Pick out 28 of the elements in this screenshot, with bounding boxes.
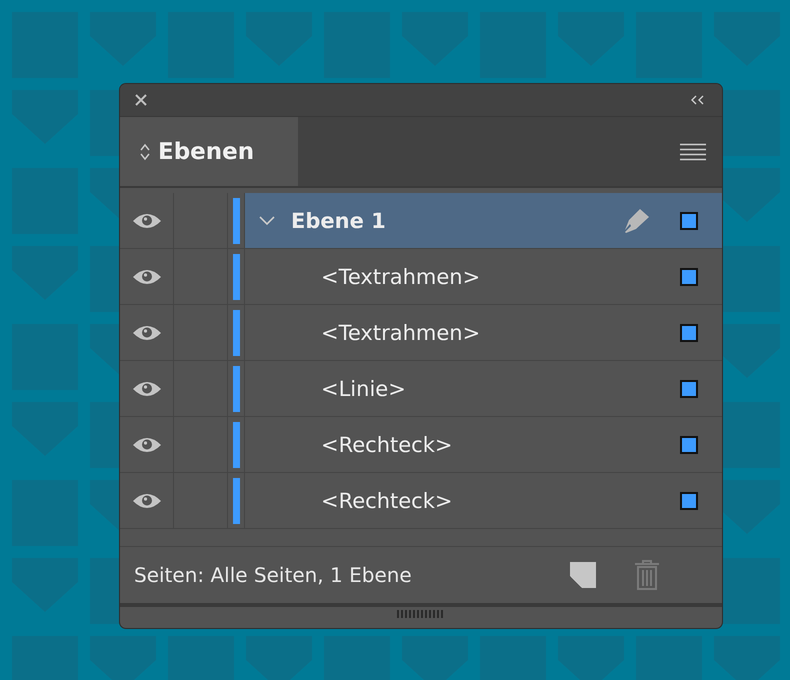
object-name: <Rechteck> [321, 488, 452, 512]
layer-name: Ebene 1 [291, 208, 386, 232]
layer-row[interactable]: <Rechteck> [245, 417, 722, 472]
tab-label: Ebenen [158, 138, 254, 164]
layer-row[interactable]: <Textrahmen> [245, 249, 722, 304]
menu-icon[interactable] [680, 142, 706, 160]
eye-icon[interactable] [132, 436, 162, 454]
eye-icon[interactable] [132, 212, 162, 230]
close-icon[interactable] [134, 93, 148, 107]
layer-row[interactable]: <Linie> [245, 361, 722, 416]
collapse-icon[interactable] [690, 95, 706, 105]
object-name: <Rechteck> [321, 432, 452, 456]
eye-icon[interactable] [132, 492, 162, 510]
layer-row[interactable]: <Rechteck> [245, 473, 722, 528]
object-name: <Textrahmen> [321, 320, 480, 344]
object-name: <Linie> [321, 376, 406, 400]
resize-grip-icon[interactable] [397, 610, 445, 618]
eye-icon[interactable] [132, 380, 162, 398]
eye-icon[interactable] [132, 324, 162, 342]
status-text: Seiten: Alle Seiten, 1 Ebene [134, 563, 413, 587]
layer-row[interactable]: <Textrahmen> [245, 305, 722, 360]
eye-icon[interactable] [132, 268, 162, 286]
layers-tab[interactable]: Ebenen [120, 117, 298, 186]
sort-icon [140, 142, 150, 162]
layer-row[interactable]: Ebene 1 [245, 193, 722, 248]
new-layer-icon[interactable] [570, 562, 596, 588]
object-name: <Textrahmen> [321, 264, 480, 288]
chevron-icon[interactable] [259, 216, 275, 226]
